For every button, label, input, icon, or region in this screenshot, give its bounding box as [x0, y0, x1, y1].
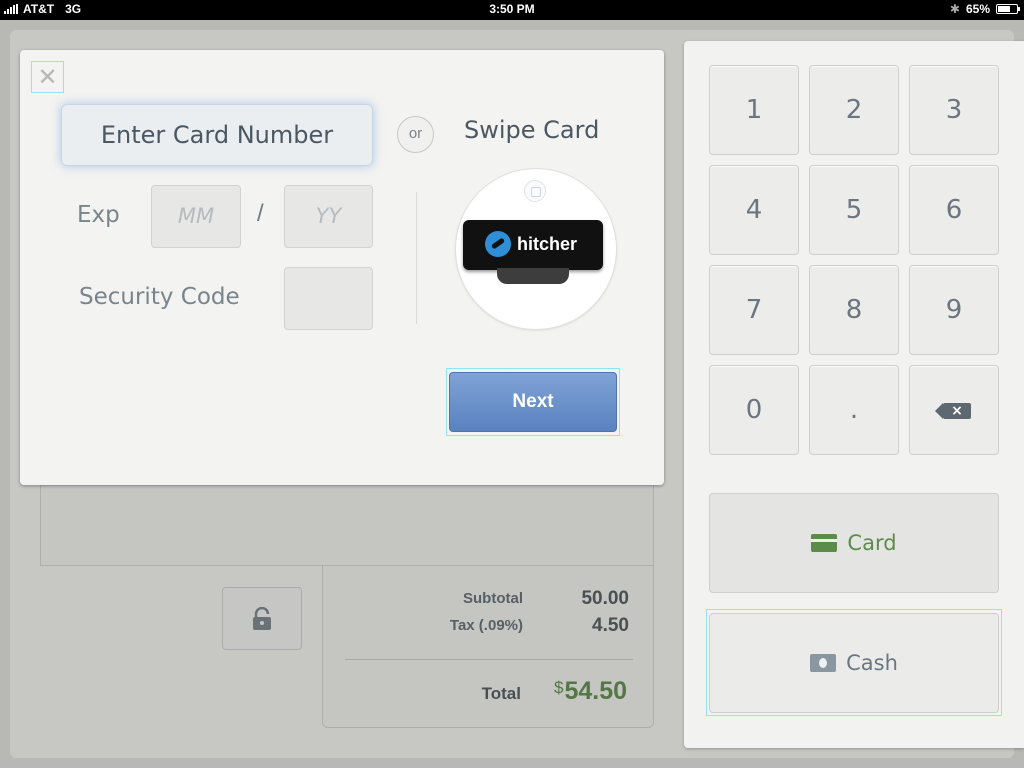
security-code-label: Security Code [79, 284, 240, 310]
close-icon: ✕ [37, 63, 58, 91]
keypad-key[interactable]: 0 [709, 365, 799, 455]
exp-year-input[interactable]: YY [284, 185, 373, 248]
backspace-icon: × [935, 402, 971, 419]
keypad-key[interactable]: 4 [709, 165, 799, 255]
headphone-jack-icon [524, 180, 546, 202]
backspace-key[interactable]: × [909, 365, 999, 455]
card-payment-button[interactable]: Card [709, 493, 999, 593]
cash-button-label: Cash [846, 651, 898, 675]
reader-logo: hitcher [485, 231, 577, 257]
keypad-key[interactable]: 3 [909, 65, 999, 155]
keypad-key[interactable]: 5 [809, 165, 899, 255]
keypad-key[interactable]: 7 [709, 265, 799, 355]
cash-icon [810, 654, 837, 672]
battery-icon [996, 4, 1020, 14]
keypad-key[interactable]: 6 [909, 165, 999, 255]
bluetooth-icon: ✱ [949, 2, 960, 16]
status-right: ✱ 65% [949, 2, 1020, 16]
close-button[interactable]: ✕ [31, 61, 64, 93]
keypad-key[interactable]: 1 [709, 65, 799, 155]
card-reader-base [497, 268, 569, 284]
hitcher-logo-icon [485, 231, 511, 257]
exp-slash: / [257, 200, 264, 227]
reader-brand: hitcher [517, 233, 578, 254]
card-payment-modal: ✕ Enter Card Number or Swipe Card Exp MM… [20, 50, 664, 485]
exp-month-input[interactable]: MM [151, 185, 241, 248]
next-button-focus: Next [446, 368, 620, 436]
swipe-card-title: Swipe Card [464, 116, 600, 144]
vertical-divider [416, 192, 417, 324]
exp-label: Exp [77, 202, 120, 228]
status-bar: AT&T 3G 3:50 PM ✱ 65% [0, 0, 1024, 20]
clock: 3:50 PM [489, 2, 535, 16]
keypad-key[interactable]: 2 [809, 65, 899, 155]
keypad-key[interactable]: 8 [809, 265, 899, 355]
keypad-key[interactable]: . [809, 365, 899, 455]
card-button-label: Card [847, 531, 897, 555]
keypad-key[interactable]: 9 [909, 265, 999, 355]
next-button[interactable]: Next [449, 372, 617, 432]
credit-card-icon [811, 534, 838, 552]
battery-percent: 65% [965, 2, 990, 16]
cash-payment-button[interactable]: Cash [709, 613, 999, 713]
or-separator: or [397, 116, 434, 153]
security-code-input[interactable] [284, 267, 373, 330]
card-number-input[interactable]: Enter Card Number [61, 104, 373, 166]
